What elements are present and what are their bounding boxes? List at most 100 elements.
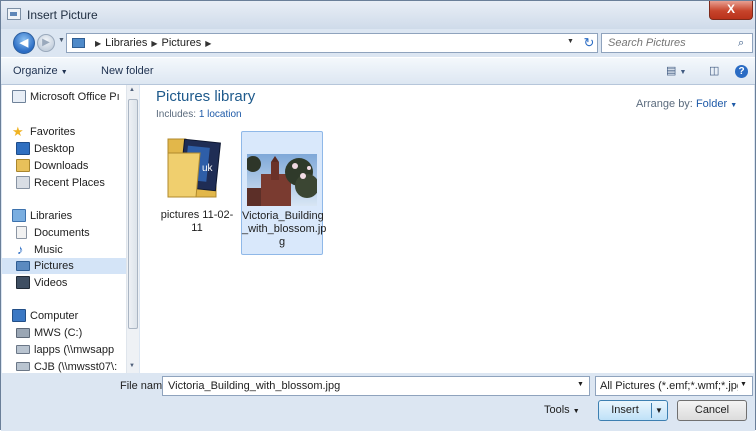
includes-line: Includes: 1 location xyxy=(156,109,242,120)
folder-badge-text: uk xyxy=(202,163,214,174)
arrange-value: Folder xyxy=(695,98,728,110)
file-name-value: Victoria_Building_with_blossom.jpg xyxy=(168,380,341,392)
nav-item-desktop[interactable]: Desktop xyxy=(2,141,126,157)
scroll-up-icon[interactable]: ▲ xyxy=(129,87,135,93)
insert-label: Insert xyxy=(611,404,639,416)
nav-item-label: Microsoft Office Pı xyxy=(30,91,120,103)
nav-item-music[interactable]: ♪ Music xyxy=(2,242,126,258)
nav-item-office[interactable]: Microsoft Office Pı xyxy=(2,89,126,105)
file-name: pictures 11-02-11 xyxy=(160,209,234,234)
file-name-line-2: _with_blossom.jp xyxy=(242,223,327,235)
forward-arrow-icon: ▶ xyxy=(42,37,50,48)
nav-item-recent-places[interactable]: Recent Places xyxy=(2,175,126,191)
star-icon: ★ xyxy=(12,124,24,139)
nav-item-label: Pictures xyxy=(34,260,74,272)
hard-drive-icon xyxy=(16,328,30,338)
navigation-scrollbar[interactable]: ▲ ▼ xyxy=(126,85,139,373)
nav-item-label: Documents xyxy=(34,227,90,239)
navigation-pane: Microsoft Office Pı ★ Favorites Desktop … xyxy=(2,85,126,373)
nav-item-label: Computer xyxy=(30,310,79,322)
file-name-line-1: Victoria_Building xyxy=(242,210,324,222)
nav-item-label: Recent Places xyxy=(34,177,105,189)
address-dropdown-icon[interactable]: ▼ xyxy=(567,38,574,45)
new-folder-button[interactable]: New folder xyxy=(101,65,154,77)
nav-item-label: Downloads xyxy=(34,160,89,172)
nav-item-label: Videos xyxy=(34,277,68,289)
tools-label: Tools xyxy=(544,404,570,416)
arrange-by: Arrange by: Folder ▼ xyxy=(636,98,737,110)
nav-item-downloads[interactable]: Downloads xyxy=(2,158,126,174)
split-divider xyxy=(651,403,652,418)
scrollbar-thumb[interactable] xyxy=(128,99,138,329)
nav-item-favorites[interactable]: ★ Favorites xyxy=(2,124,126,140)
network-drive-icon xyxy=(16,362,30,371)
office-folder-icon xyxy=(12,90,26,103)
locations-link[interactable]: 1 location xyxy=(199,109,242,120)
nav-item-drive-c[interactable]: MWS (C:) xyxy=(2,325,126,341)
network-drive-icon xyxy=(16,345,30,354)
search-input[interactable] xyxy=(608,37,728,49)
chevron-down-icon[interactable]: ▼ xyxy=(740,381,756,388)
library-title: Pictures library xyxy=(156,88,256,105)
back-button[interactable]: ◀ xyxy=(13,32,35,54)
documents-icon xyxy=(16,226,27,239)
organize-button[interactable]: Organize ▼ xyxy=(13,65,68,77)
photo-thumbnail-icon xyxy=(247,154,317,206)
nav-item-label: Libraries xyxy=(30,210,73,222)
insert-button[interactable]: Insert ▼ xyxy=(598,400,668,421)
nav-item-videos[interactable]: Videos xyxy=(2,275,126,291)
dialog-icon xyxy=(7,8,21,20)
preview-pane-icon[interactable]: ◫ xyxy=(709,64,719,77)
tools-menu[interactable]: Tools ▼ xyxy=(544,404,580,416)
search-box[interactable]: ⌕ xyxy=(601,33,753,53)
nav-item-computer[interactable]: Computer xyxy=(2,308,126,324)
nav-item-label: Music xyxy=(34,244,63,256)
nav-item-libraries[interactable]: Libraries xyxy=(2,208,126,224)
breadcrumb-libraries[interactable]: Libraries xyxy=(105,37,147,49)
nav-item-documents[interactable]: Documents xyxy=(2,225,126,241)
view-options-icon[interactable]: ▤ ▼ xyxy=(666,64,686,77)
arrange-label: Arrange by: xyxy=(636,98,693,110)
pictures-icon xyxy=(16,261,30,271)
scroll-down-icon[interactable]: ▼ xyxy=(129,363,135,369)
library-icon xyxy=(72,38,85,48)
back-arrow-icon: ◀ xyxy=(19,37,29,49)
breadcrumb-separator-icon[interactable]: ▶ xyxy=(205,39,211,48)
file-item-folder[interactable]: uk pictures 11-02-11 xyxy=(156,125,238,234)
file-name-dropdown-icon[interactable]: ▼ xyxy=(577,381,584,388)
file-item-victoria-building[interactable]: Victoria_Building _with_blossom.jp g xyxy=(241,131,327,255)
breadcrumb-separator-icon[interactable]: ▶ xyxy=(95,39,101,48)
arrange-by-dropdown[interactable]: Folder ▼ xyxy=(696,98,737,110)
nav-item-label: MWS (C:) xyxy=(34,327,83,339)
nav-item-label: CJB (\\mwsst07\: xyxy=(34,361,118,373)
file-list: Pictures library Includes: 1 location Ar… xyxy=(140,85,754,373)
nav-item-pictures[interactable]: Pictures xyxy=(2,258,126,274)
address-bar[interactable]: ▶ Libraries ▶ Pictures ▶ ▼ xyxy=(66,33,598,53)
chevron-down-icon: ▼ xyxy=(572,408,580,415)
videos-icon xyxy=(16,276,30,289)
search-icon[interactable]: ⌕ xyxy=(738,37,744,50)
file-name-line-3: g xyxy=(278,236,286,248)
nav-item-label: Desktop xyxy=(34,143,75,155)
forward-button[interactable]: ▶ xyxy=(37,34,55,52)
file-name-input[interactable]: Victoria_Building_with_blossom.jpg ▼ xyxy=(162,376,590,396)
title-bar[interactable]: Insert Picture X xyxy=(1,1,755,29)
breadcrumb-pictures[interactable]: Pictures xyxy=(162,37,202,49)
help-icon[interactable]: ? xyxy=(735,65,748,78)
desktop-icon xyxy=(16,142,30,155)
insert-picture-dialog: Insert Picture X ◀ ▶ ▼ ▶ Libraries ▶ Pictur… xyxy=(0,0,756,431)
nav-item-cjb[interactable]: CJB (\\mwsst07\: xyxy=(2,359,126,373)
cancel-button[interactable]: Cancel xyxy=(677,400,747,421)
chevron-down-icon: ▼ xyxy=(730,102,738,109)
insert-options-dropdown-icon[interactable]: ▼ xyxy=(655,401,663,420)
nav-item-lapps[interactable]: lapps (\\mwsapp xyxy=(2,342,126,358)
close-button[interactable]: X xyxy=(709,1,753,20)
window-title: Insert Picture xyxy=(27,8,98,22)
file-type-select[interactable]: All Pictures (*.emf;*.wmf;*.jpg;* ▼ xyxy=(595,376,753,396)
file-type-value: All Pictures (*.emf;*.wmf;*.jpg;* xyxy=(600,380,738,392)
refresh-icon[interactable]: ↻ xyxy=(581,34,597,52)
computer-icon xyxy=(12,309,26,322)
breadcrumb-separator-icon[interactable]: ▶ xyxy=(151,39,157,48)
recent-locations-dropdown-icon[interactable]: ▼ xyxy=(58,37,65,44)
nav-item-label: lapps (\\mwsapp xyxy=(34,344,115,356)
